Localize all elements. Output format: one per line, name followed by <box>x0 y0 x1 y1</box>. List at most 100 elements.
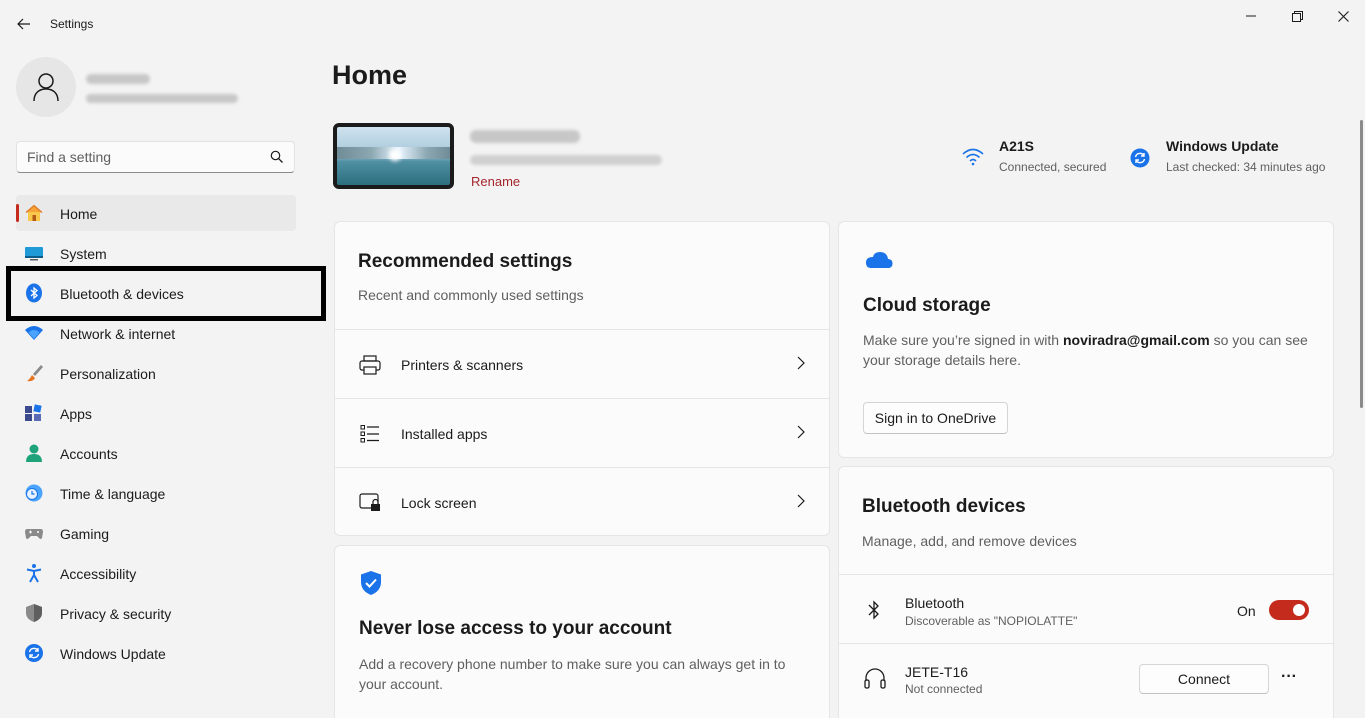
shield-check-icon <box>361 571 381 595</box>
chevron-right-icon <box>797 356 805 370</box>
bluetooth-symbol-icon <box>868 600 879 620</box>
recommended-row-installed-apps[interactable]: Installed apps <box>335 398 829 467</box>
person-icon <box>33 73 59 102</box>
close-button[interactable] <box>1320 4 1365 28</box>
sidebar-item-label: Home <box>60 206 98 222</box>
update-sync-icon <box>1130 148 1150 168</box>
recommended-settings-card: Recommended settings Recent and commonly… <box>334 221 830 536</box>
search-input[interactable] <box>27 142 267 172</box>
recommended-row-lock-screen[interactable]: Lock screen <box>335 467 829 535</box>
sign-in-onedrive-button[interactable]: Sign in to OneDrive <box>863 402 1008 434</box>
minimize-button[interactable] <box>1228 4 1274 28</box>
row-label: Installed apps <box>401 426 488 442</box>
sidebar-item-time-language[interactable]: Time & language <box>16 475 296 511</box>
page-title: Home <box>332 60 408 90</box>
sidebar-item-network-internet[interactable]: Network & internet <box>16 315 296 351</box>
row-label: Printers & scanners <box>401 357 524 373</box>
brush-icon <box>24 363 44 383</box>
sidebar-item-label: Gaming <box>60 526 110 542</box>
list-icon <box>359 423 381 445</box>
wifi-signal-icon <box>962 148 984 166</box>
account-card-text: Add a recovery phone number to make sure… <box>359 656 786 692</box>
bluetooth-devices-card: Bluetooth devices Manage, add, and remov… <box>838 466 1334 718</box>
sidebar-item-system[interactable]: System <box>16 235 296 271</box>
headphones-icon <box>864 668 886 689</box>
sidebar-item-label: System <box>60 246 107 262</box>
blurred-email <box>86 94 238 103</box>
bluetooth-card-subtitle: Manage, add, and remove devices <box>862 533 1077 549</box>
sidebar-item-label: Accounts <box>60 446 118 462</box>
cloud-email: noviradra@gmail.com <box>1063 332 1210 348</box>
chevron-right-icon <box>797 425 805 439</box>
sidebar-item-apps[interactable]: Apps <box>16 395 296 431</box>
blurred-device-name <box>470 130 580 143</box>
app-title: Settings <box>50 17 94 31</box>
connect-button[interactable]: Connect <box>1139 664 1269 694</box>
sidebar-item-accessibility[interactable]: Accessibility <box>16 555 296 591</box>
chevron-right-icon <box>797 494 805 508</box>
sidebar-item-label: Privacy & security <box>60 606 172 622</box>
apps-icon <box>24 403 44 423</box>
windows-update-status[interactable]: Windows Update Last checked: 34 minutes … <box>1128 138 1333 178</box>
sidebar-item-privacy-security[interactable]: Privacy & security <box>16 595 296 631</box>
device-thumbnail[interactable] <box>333 123 454 189</box>
recommended-title: Recommended settings <box>358 251 573 272</box>
more-options-button[interactable]: ··· <box>1277 666 1301 690</box>
update-last-checked: Last checked: 34 minutes ago <box>1166 160 1326 174</box>
gamepad-icon <box>24 523 44 543</box>
rename-link[interactable]: Rename <box>471 174 520 189</box>
search-icon[interactable] <box>270 150 284 164</box>
sidebar-item-accounts[interactable]: Accounts <box>16 435 296 471</box>
bluetooth-icon <box>24 283 44 303</box>
bluetooth-card-title: Bluetooth devices <box>862 496 1026 517</box>
sidebar-item-personalization[interactable]: Personalization <box>16 355 296 391</box>
update-icon <box>24 643 44 663</box>
wallpaper-image <box>337 127 450 185</box>
onedrive-cloud-icon <box>866 252 893 268</box>
sidebar-item-label: Time & language <box>60 486 166 502</box>
lock-screen-icon <box>359 492 381 514</box>
bluetooth-toggle[interactable] <box>1269 600 1309 620</box>
recommended-row-printers[interactable]: Printers & scanners <box>335 329 829 398</box>
home-icon <box>24 203 44 223</box>
title-bar: Settings <box>0 0 1365 48</box>
restore-icon <box>1291 10 1303 22</box>
sidebar-item-bluetooth-devices[interactable]: Bluetooth & devices <box>16 275 296 311</box>
cloud-storage-title: Cloud storage <box>863 295 991 316</box>
sidebar-item-label: Personalization <box>60 366 156 382</box>
cloud-storage-card: Cloud storage Make sure you’re signed in… <box>838 221 1334 458</box>
sidebar-item-label: Apps <box>60 406 92 422</box>
bluetooth-state-label: On <box>1237 603 1256 619</box>
settings-search[interactable] <box>16 141 295 173</box>
account-recovery-card: Never lose access to your account Add a … <box>334 545 830 718</box>
account-card-title: Never lose access to your account <box>359 618 672 639</box>
system-icon <box>24 243 44 263</box>
printer-icon <box>359 354 381 376</box>
blurred-device-model <box>470 155 662 165</box>
device-status: Not connected <box>905 682 983 696</box>
sidebar-item-gaming[interactable]: Gaming <box>16 515 296 551</box>
sidebar-item-label: Bluetooth & devices <box>60 286 184 302</box>
scrollbar[interactable] <box>1360 120 1363 408</box>
device-row-jete-t16: JETE-T16 Not connected Connect ··· <box>839 643 1333 712</box>
cloud-storage-text: Make sure you’re signed in with noviradr… <box>863 330 1313 370</box>
network-name: A21S <box>999 138 1035 154</box>
network-status[interactable]: A21S Connected, secured <box>960 138 1120 178</box>
user-profile[interactable] <box>16 57 306 117</box>
update-title: Windows Update <box>1166 138 1279 154</box>
accessibility-icon <box>24 563 44 583</box>
sidebar-item-home[interactable]: Home <box>16 195 296 231</box>
clock-globe-icon <box>24 483 44 503</box>
sidebar-item-windows-update[interactable]: Windows Update <box>16 635 296 671</box>
avatar <box>16 57 76 117</box>
minimize-icon <box>1246 15 1256 17</box>
back-button[interactable] <box>10 12 38 36</box>
blurred-username <box>86 74 150 84</box>
sidebar-item-label: Accessibility <box>60 566 137 582</box>
sidebar-item-label: Windows Update <box>60 646 166 662</box>
restore-button[interactable] <box>1274 4 1320 28</box>
bluetooth-discoverable-text: Discoverable as "NOPIOLATTE" <box>905 614 1078 628</box>
bluetooth-label: Bluetooth <box>905 595 965 611</box>
close-icon <box>1337 10 1349 22</box>
bluetooth-toggle-row: Bluetooth Discoverable as "NOPIOLATTE" O… <box>839 574 1333 643</box>
